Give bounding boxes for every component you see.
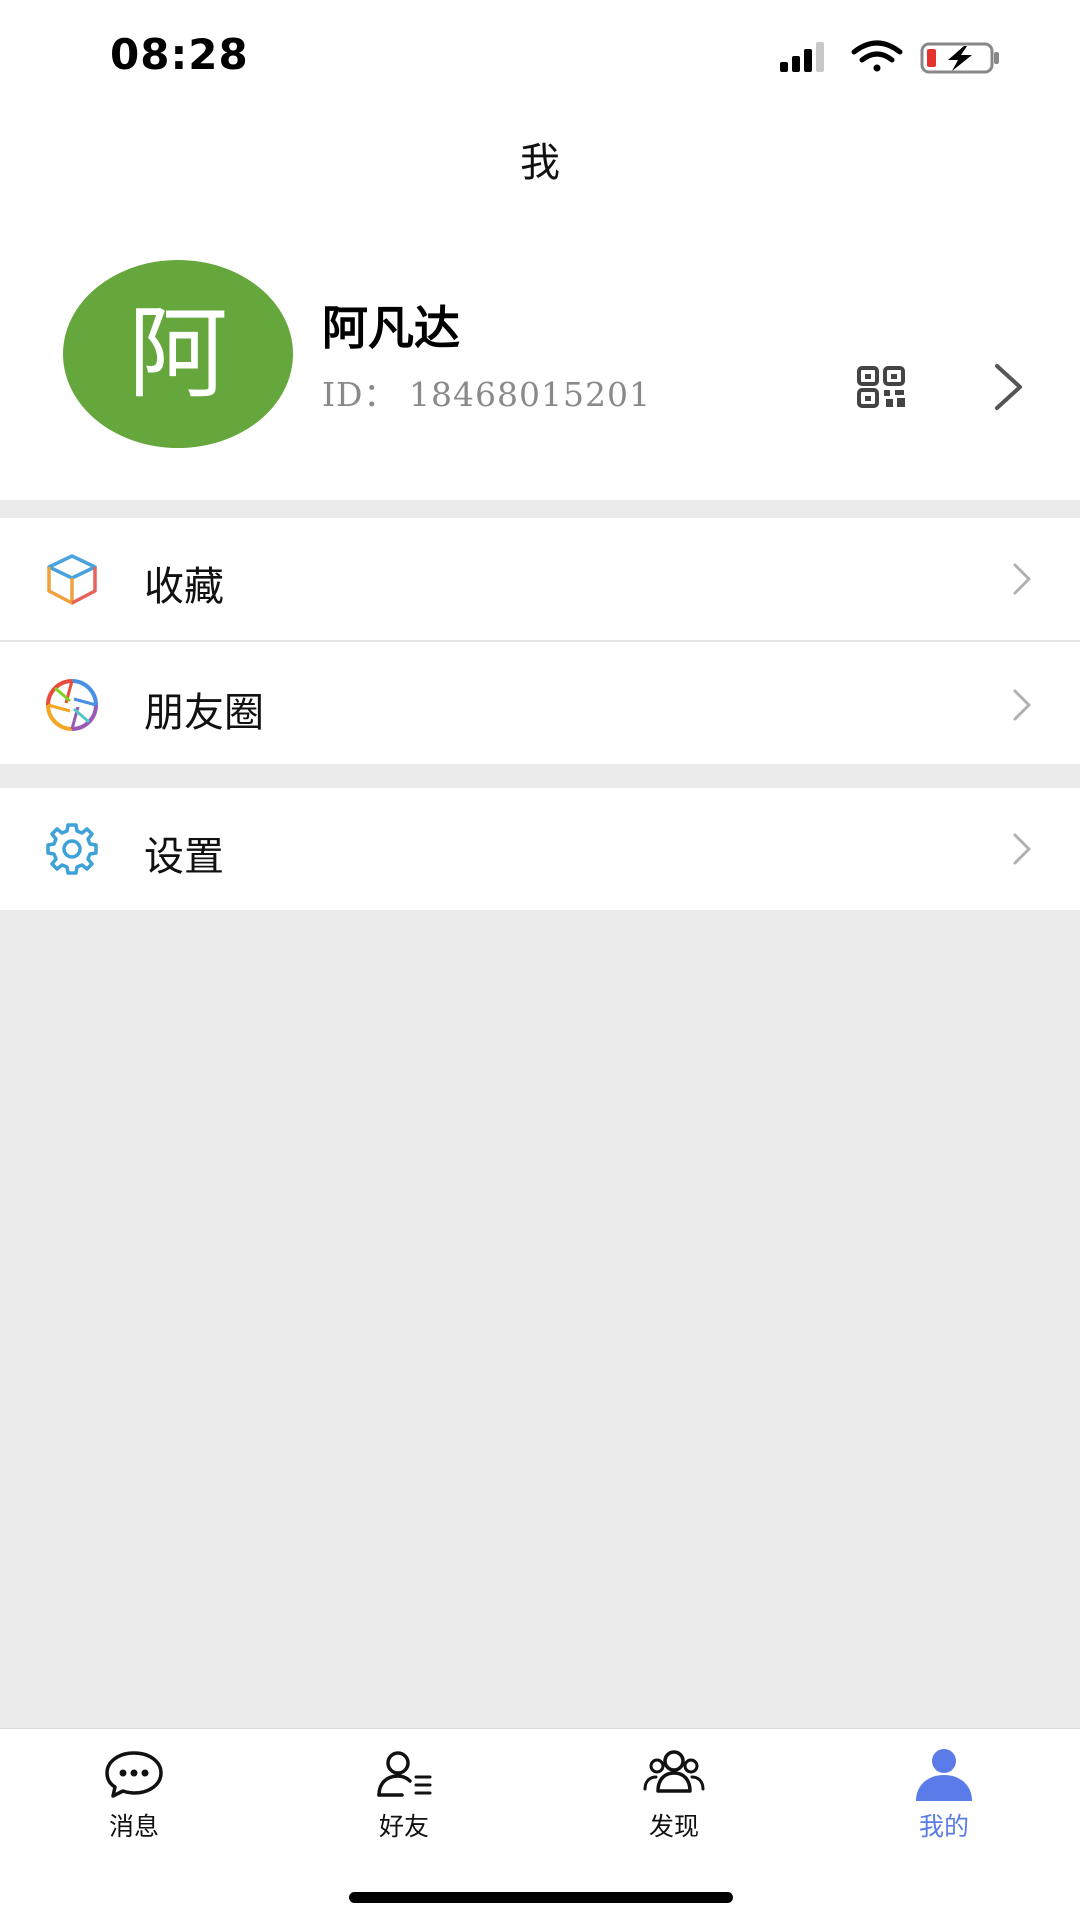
chevron-right-icon (1013, 833, 1031, 865)
home-indicator (349, 1892, 733, 1903)
tab-messages[interactable]: 消息 (34, 1747, 234, 1857)
avatar[interactable]: 阿 (63, 260, 293, 448)
gear-icon (46, 823, 98, 875)
wifi-icon (851, 40, 903, 72)
profile-name: 阿凡达 (322, 301, 460, 355)
menu-item-favorites-label: 收藏 (144, 564, 224, 610)
status-icons (780, 40, 999, 74)
chevron-right-icon[interactable] (992, 360, 1026, 414)
profile-card[interactable]: 阿 阿凡达 ID： 18468015201 (0, 230, 1080, 500)
top-bar: 08:28 我 (0, 0, 1080, 230)
menu-item-moments[interactable]: 朋友圈 (0, 642, 1080, 764)
menu-item-settings[interactable]: 设置 (0, 788, 1080, 910)
tab-messages-label: 消息 (108, 1812, 159, 1841)
tab-discover[interactable]: 发现 (574, 1747, 774, 1857)
menu-item-settings-label: 设置 (144, 834, 224, 880)
chevron-right-icon (1013, 689, 1031, 721)
tab-friends[interactable]: 好友 (304, 1747, 504, 1857)
tab-me[interactable]: 我的 (844, 1747, 1044, 1857)
contact-list-icon (377, 1751, 432, 1797)
qr-code-icon[interactable] (857, 366, 907, 408)
status-time: 08:28 (110, 30, 249, 79)
page-title: 我 (520, 140, 560, 186)
menu-item-favorites[interactable]: 收藏 (0, 518, 1080, 640)
menu-item-moments-label: 朋友圈 (144, 690, 264, 736)
aperture-icon (46, 679, 98, 731)
person-icon (916, 1749, 972, 1801)
tab-friends-label: 好友 (378, 1812, 429, 1841)
chat-bubble-icon (105, 1751, 163, 1798)
signal-icon (780, 42, 824, 72)
cube-icon (47, 554, 97, 605)
chevron-right-icon (1013, 563, 1031, 595)
tab-me-label: 我的 (918, 1812, 969, 1841)
tab-discover-label: 发现 (648, 1812, 699, 1841)
profile-id: ID： 18468015201 (322, 375, 651, 414)
battery-charging-icon (920, 42, 999, 74)
group-icon (643, 1750, 705, 1793)
